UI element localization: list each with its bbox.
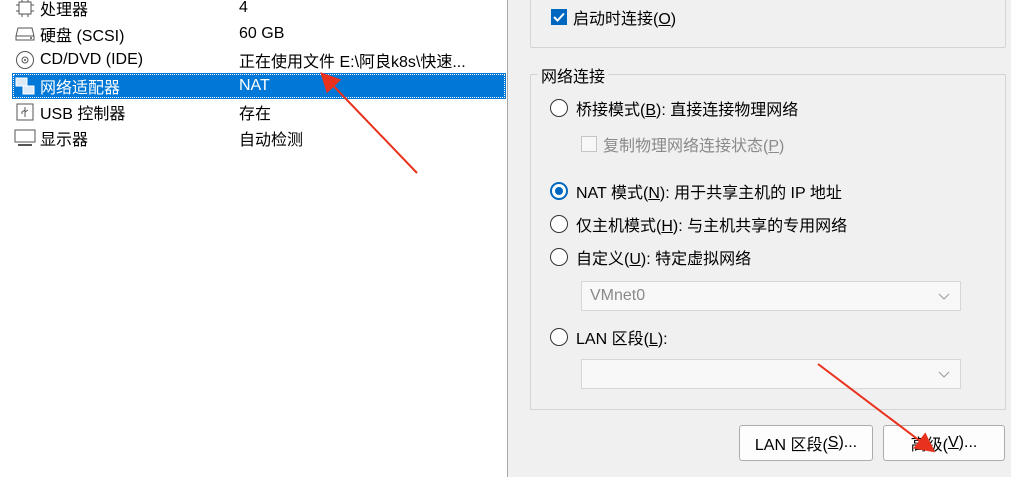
custom-network-select[interactable]: VMnet0 (581, 281, 961, 311)
device-status-group: 启动时连接(O) (530, 0, 1006, 48)
bridged-mode-label: 桥接模式(B): 直接连接物理网络 (576, 102, 799, 119)
network-adapter-icon (14, 76, 36, 96)
bridged-mode-radio[interactable]: 桥接模式(B): 直接连接物理网络 (550, 96, 798, 120)
checkbox-checked-icon (551, 9, 567, 25)
device-row-usb[interactable]: USB 控制器 存在 (12, 99, 506, 125)
device-row-cd-dvd[interactable]: CD/DVD (IDE) 正在使用文件 E:\阿良k8s\快速... (12, 47, 506, 73)
network-connection-title: 网络连接 (538, 63, 609, 87)
host-only-mode-label: 仅主机模式(H): 与主机共享的专用网络 (576, 218, 848, 235)
device-row-processor[interactable]: 处理器 4 (12, 0, 506, 21)
custom-network-value: VMnet0 (590, 287, 646, 304)
usb-icon (14, 102, 36, 122)
radio-icon (550, 328, 568, 346)
replicate-state-label: 复制物理网络连接状态(P) (603, 138, 785, 155)
radio-icon (550, 215, 568, 233)
processor-icon (14, 0, 36, 18)
device-name: 显示器 (40, 132, 89, 149)
device-row-network-adapter[interactable]: 网络适配器 NAT (12, 73, 506, 99)
checkbox-icon (581, 136, 597, 152)
chevron-down-icon (938, 289, 950, 307)
chevron-down-icon (938, 367, 950, 385)
device-summary: 自动检测 (239, 132, 304, 149)
custom-mode-label: 自定义(U): 特定虚拟网络 (576, 251, 752, 268)
device-name: CD/DVD (IDE) (40, 51, 144, 68)
device-summary: NAT (239, 77, 270, 94)
custom-mode-radio[interactable]: 自定义(U): 特定虚拟网络 (550, 245, 751, 269)
connect-on-startup-checkbox[interactable]: 启动时连接(O) (551, 5, 676, 29)
radio-icon (550, 99, 568, 117)
lan-segment-label: LAN 区段(L): (576, 331, 668, 348)
device-summary: 存在 (239, 106, 272, 123)
device-summary: 4 (239, 0, 248, 16)
lan-segment-radio[interactable]: LAN 区段(L): (550, 325, 668, 349)
cd-dvd-icon (14, 50, 36, 70)
device-summary: 60 GB (239, 25, 285, 42)
advanced-button[interactable]: 高级(V)... (883, 425, 1005, 461)
device-row-monitor[interactable]: 显示器 自动检测 (12, 125, 506, 151)
network-connection-group: 网络连接 桥接模式(B): 直接连接物理网络 复制物理网络连接状态(P) NAT… (530, 63, 1006, 410)
monitor-icon (14, 128, 36, 148)
device-name: USB 控制器 (40, 106, 126, 123)
replicate-state-checkbox[interactable]: 复制物理网络连接状态(P) (581, 132, 784, 156)
radio-selected-icon (550, 182, 568, 200)
device-summary: 正在使用文件 E:\阿良k8s\快速... (239, 54, 466, 71)
device-name: 硬盘 (SCSI) (40, 28, 125, 45)
device-row-hard-disk[interactable]: 硬盘 (SCSI) 60 GB (12, 21, 506, 47)
hard-disk-icon (14, 24, 36, 44)
connect-on-startup-label: 启动时连接(O) (573, 11, 677, 28)
device-name: 网络适配器 (40, 80, 121, 97)
nat-mode-radio[interactable]: NAT 模式(N): 用于共享主机的 IP 地址 (550, 179, 842, 203)
device-name: 处理器 (40, 2, 89, 19)
lan-segments-button[interactable]: LAN 区段(S)... (739, 425, 873, 461)
device-list[interactable]: 处理器 4 硬盘 (SCSI) 60 GB CD/DVD (IDE) 正在使用文… (0, 0, 508, 477)
lan-segment-select[interactable] (581, 359, 961, 389)
nat-mode-label: NAT 模式(N): 用于共享主机的 IP 地址 (576, 185, 842, 202)
settings-panel: 启动时连接(O) 网络连接 桥接模式(B): 直接连接物理网络 复制物理网络连接… (509, 0, 1011, 477)
host-only-mode-radio[interactable]: 仅主机模式(H): 与主机共享的专用网络 (550, 212, 847, 236)
radio-icon (550, 248, 568, 266)
